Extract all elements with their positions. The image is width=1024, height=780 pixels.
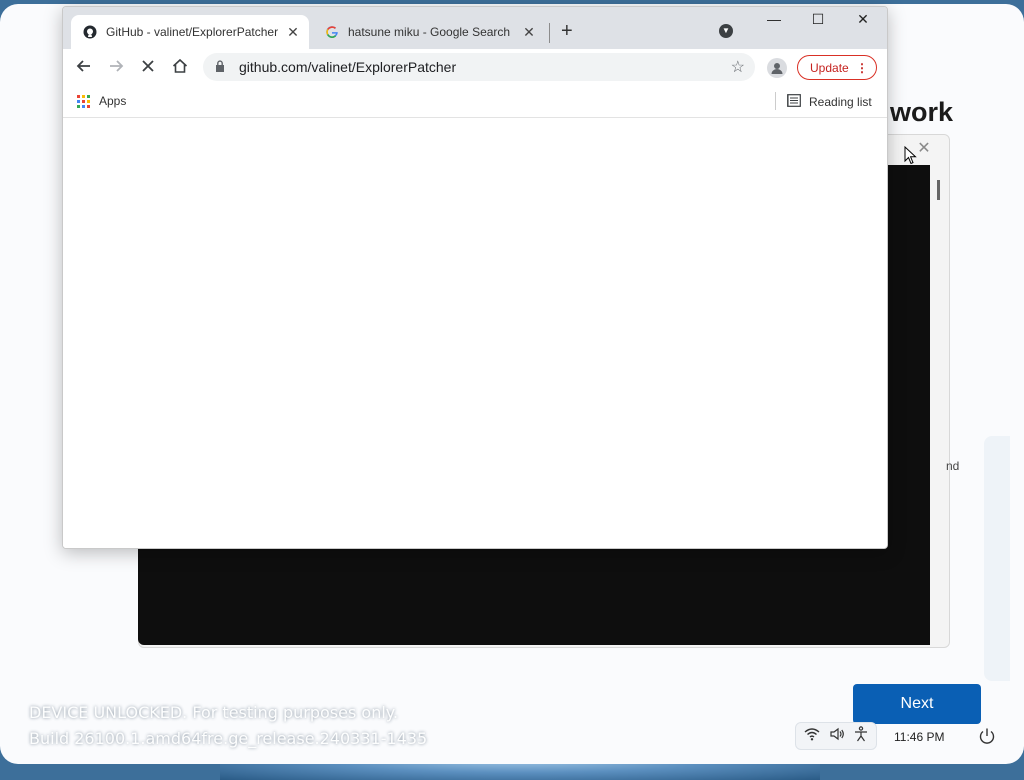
- reading-list-label: Reading list: [809, 95, 872, 109]
- apps-grid-icon: [77, 94, 90, 108]
- tab-title: GitHub - valinet/ExplorerPatcher: [106, 25, 279, 39]
- tab-strip: GitHub - valinet/ExplorerPatcher ✕ hatsu…: [63, 7, 887, 49]
- forward-arrow-icon[interactable]: [104, 57, 128, 79]
- reading-list-icon: [787, 94, 801, 110]
- chrome-window: GitHub - valinet/ExplorerPatcher ✕ hatsu…: [62, 6, 888, 549]
- browser-toolbar: github.com/valinet/ExplorerPatcher ☆ Upd…: [63, 49, 887, 85]
- lock-icon[interactable]: [215, 59, 229, 75]
- accessibility-icon[interactable]: [854, 726, 868, 746]
- apps-label: Apps: [99, 94, 127, 108]
- watermark-line-2: Build 26100.1.amd64fre.ge_release.240331…: [29, 729, 428, 748]
- apps-shortcut[interactable]: Apps: [77, 94, 126, 108]
- bookmarks-separator: [775, 92, 776, 110]
- new-tab-button[interactable]: +: [561, 21, 573, 41]
- device-watermark: DEVICE UNLOCKED. For testing purposes on…: [29, 700, 427, 752]
- google-icon: [325, 25, 339, 39]
- volume-icon[interactable]: [829, 727, 845, 745]
- update-label: Update: [810, 60, 849, 75]
- bookmark-star-icon[interactable]: ☆: [731, 57, 745, 77]
- side-panel-text: nd: [946, 459, 960, 473]
- mouse-cursor: [904, 145, 917, 170]
- minimize-button[interactable]: —: [759, 11, 789, 27]
- bookmarks-bar: Apps Reading list: [63, 85, 887, 118]
- side-panel: [984, 436, 1010, 681]
- tab-search-chevron-icon[interactable]: ▼: [719, 24, 733, 38]
- taskbar-clock[interactable]: 11:46 PM: [894, 730, 944, 744]
- tab-title: hatsune miku - Google Search: [348, 25, 511, 39]
- embed-close-icon[interactable]: ✕: [915, 140, 933, 158]
- address-bar[interactable]: github.com/valinet/ExplorerPatcher ☆: [203, 53, 755, 81]
- home-icon[interactable]: [168, 57, 192, 79]
- update-button[interactable]: Update ⋮: [797, 55, 877, 80]
- github-icon: [83, 25, 97, 39]
- menu-dots-icon: ⋮: [856, 60, 868, 75]
- address-url[interactable]: github.com/valinet/ExplorerPatcher: [239, 59, 731, 75]
- power-icon[interactable]: [978, 727, 996, 750]
- tab-separator: [549, 23, 550, 43]
- oobe-heading: work: [890, 97, 954, 127]
- close-window-button[interactable]: ✕: [848, 11, 878, 28]
- wifi-icon[interactable]: [804, 727, 820, 745]
- system-tray[interactable]: [795, 722, 877, 750]
- profile-avatar-icon[interactable]: [767, 58, 787, 78]
- tab-github[interactable]: GitHub - valinet/ExplorerPatcher ✕: [71, 15, 309, 49]
- stop-loading-icon[interactable]: [136, 57, 160, 79]
- embedded-scrollbar[interactable]: [937, 180, 940, 200]
- tab-close-icon[interactable]: ✕: [283, 24, 303, 41]
- reading-list-button[interactable]: Reading list: [787, 94, 872, 110]
- watermark-line-1: DEVICE UNLOCKED. For testing purposes on…: [29, 703, 399, 722]
- next-button[interactable]: Next: [853, 684, 981, 724]
- tab-google-search[interactable]: hatsune miku - Google Search ✕: [313, 15, 545, 49]
- tab-close-icon[interactable]: ✕: [519, 24, 539, 41]
- page-content-blank: [63, 118, 887, 548]
- maximize-button[interactable]: ☐: [803, 11, 833, 28]
- back-arrow-icon[interactable]: [72, 57, 96, 79]
